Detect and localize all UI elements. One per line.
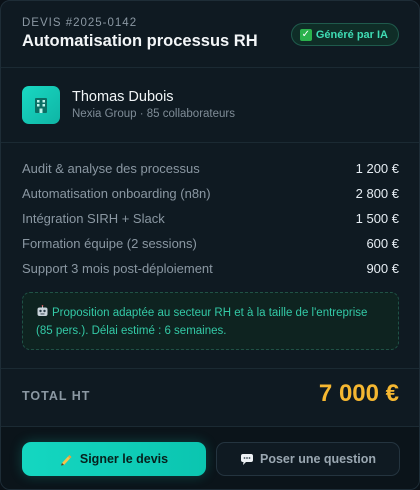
line-item: Audit & analyse des processus 1 200 € [22, 156, 399, 181]
line-item-label: Support 3 mois post-déploiement [22, 261, 213, 276]
total-amount: 7 000 € [318, 380, 399, 407]
line-item-price: 1 200 € [355, 161, 399, 176]
line-item-price: 2 800 € [355, 186, 399, 201]
line-item-price: 600 € [366, 236, 399, 251]
total-label: TOTAL HT [22, 389, 91, 403]
quote-title: Automatisation processus RH [22, 32, 258, 50]
robot-icon [36, 305, 49, 317]
line-item-price: 900 € [366, 261, 399, 276]
sign-quote-button[interactable]: Signer le devis [22, 442, 206, 476]
ai-generated-badge: ✓ Généré par IA [290, 23, 399, 46]
line-item: Support 3 mois post-déploiement 900 € [22, 256, 399, 281]
building-icon [22, 86, 60, 124]
line-item-label: Automatisation onboarding (n8n) [22, 186, 211, 201]
speech-bubble-icon [240, 453, 254, 466]
line-item: Formation équipe (2 sessions) 600 € [22, 231, 399, 256]
quote-card: DEVIS #2025-0142 Automatisation processu… [0, 0, 420, 490]
quote-number: DEVIS #2025-0142 [22, 17, 138, 29]
action-bar: Signer le devis Poser une question [1, 426, 419, 489]
line-item-price: 1 500 € [355, 211, 399, 226]
line-item: Automatisation onboarding (n8n) 2 800 € [22, 181, 399, 206]
ask-question-label: Poser une question [260, 452, 376, 466]
line-item-label: Intégration SIRH + Slack [22, 211, 165, 226]
total-section: TOTAL HT 7 000 € [1, 368, 419, 422]
line-items: Audit & analyse des processus 1 200 € Au… [22, 156, 399, 281]
ai-note-text: Proposition adaptée au secteur RH et à l… [36, 307, 368, 337]
sign-quote-label: Signer le devis [79, 452, 169, 466]
line-item: Intégration SIRH + Slack 1 500 € [22, 206, 399, 231]
quote-header: DEVIS #2025-0142 Automatisation processu… [1, 1, 419, 68]
line-item-label: Formation équipe (2 sessions) [22, 236, 197, 251]
line-item-label: Audit & analyse des processus [22, 161, 200, 176]
client-company: Nexia Group · 85 collaborateurs [72, 108, 235, 120]
check-icon: ✓ [299, 28, 312, 41]
client-info: Thomas Dubois Nexia Group · 85 collabora… [1, 69, 419, 143]
writing-hand-icon [60, 453, 74, 466]
ask-question-button[interactable]: Poser une question [216, 442, 400, 476]
client-name: Thomas Dubois [72, 89, 174, 105]
ai-note: Proposition adaptée au secteur RH et à l… [22, 292, 399, 350]
ai-badge-label: Généré par IA [315, 28, 388, 41]
